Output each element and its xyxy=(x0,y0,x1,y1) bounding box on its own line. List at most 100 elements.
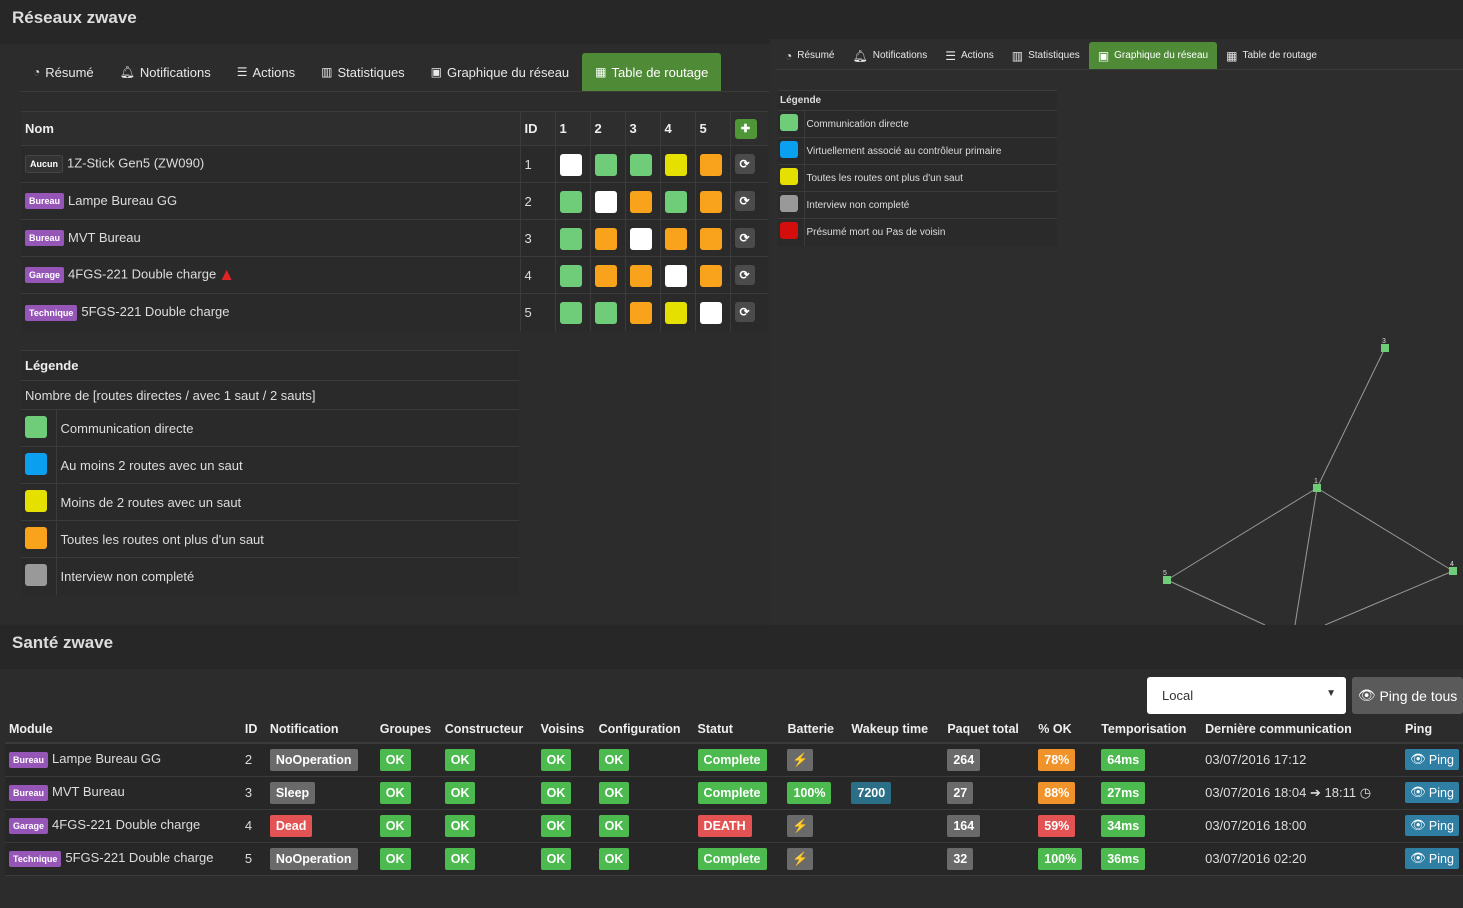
configuration-badge: OK xyxy=(598,814,630,837)
tab-notifications[interactable]: 🔔︎ Notifications xyxy=(844,42,937,69)
ok-badge: 88% xyxy=(1038,781,1076,804)
module-id: 2 xyxy=(240,743,266,777)
last-comm-cell: 03/07/2016 17:12 xyxy=(1201,743,1401,777)
refresh-icon[interactable]: ⟳ xyxy=(734,228,755,248)
voisins-cell: OK xyxy=(536,809,595,843)
configuration-cell: OK xyxy=(594,809,694,843)
route-status-swatch xyxy=(559,264,582,287)
controller-select[interactable]: Local ▼ xyxy=(1147,677,1346,714)
ping-button[interactable]: 👁︎ Ping xyxy=(1405,782,1459,803)
device-id: 1 xyxy=(519,145,555,183)
tab-statistiques[interactable]: ▥ Statistiques xyxy=(1003,42,1089,69)
legend-title: Légende xyxy=(21,350,519,381)
configuration-cell: OK xyxy=(594,776,694,810)
route-status-swatch xyxy=(594,301,617,324)
health-row: Technique 5FGS-221 Double charge 5 NoOper… xyxy=(5,842,1463,876)
route-status-swatch xyxy=(559,301,582,324)
tab-table-routage[interactable]: ▦ Table de routage xyxy=(582,53,722,91)
room-badge: Technique xyxy=(25,304,78,321)
graph-node[interactable] xyxy=(1381,344,1389,352)
device-name-cell: Bureau MVT Bureau xyxy=(21,219,520,257)
tab-statistiques[interactable]: ▥ Statistiques xyxy=(308,53,418,91)
tab-table-routage[interactable]: ▦ Table de routage xyxy=(1217,42,1326,69)
device-name: 4FGS-221 Double charge xyxy=(68,266,217,282)
legend-left-items: Communication directe Au moins 2 routes a… xyxy=(21,409,519,595)
configuration-cell: OK xyxy=(594,842,694,876)
device-name-cell: Technique 5FGS-221 Double charge xyxy=(21,293,520,331)
route-status-swatch xyxy=(629,301,652,324)
ping-all-label: Ping de tous xyxy=(1379,687,1458,704)
graph-node[interactable] xyxy=(1163,576,1171,584)
refresh-cell: ⟳ xyxy=(729,293,768,331)
groupes-cell: OK xyxy=(375,743,441,777)
select-value: Local xyxy=(1162,688,1194,703)
configuration-cell: OK xyxy=(594,743,694,777)
tab-graphique[interactable]: ▣ Graphique du réseau xyxy=(418,53,583,91)
route-status-swatch xyxy=(559,153,582,176)
legend-swatch-cell xyxy=(21,557,57,595)
ping-button[interactable]: 👁︎ Ping xyxy=(1405,815,1459,836)
health-title: Santé zwave xyxy=(12,633,114,652)
arrow-right-icon: ➔ xyxy=(1310,784,1321,800)
legend-swatch-cell xyxy=(778,110,805,138)
ping-all-button[interactable]: 👁︎ Ping de tous xyxy=(1352,677,1463,714)
statut-cell: Complete xyxy=(693,776,784,810)
route-status-swatch xyxy=(664,301,687,324)
route-cell xyxy=(694,182,730,220)
ping-cell: 👁︎ Ping xyxy=(1401,776,1463,810)
legend-header: Légende xyxy=(21,350,519,381)
graph-node[interactable] xyxy=(1449,567,1457,575)
right-tabbar: ◔ Résumé 🔔︎ Notifications ☰ Actions ▥ Statis… xyxy=(776,42,1463,70)
groupes-badge: OK xyxy=(379,781,411,804)
ok-badge: 59% xyxy=(1038,814,1076,837)
legend-item: Communication directe xyxy=(21,409,519,447)
refresh-cell: ⟳ xyxy=(729,145,768,183)
route-cell xyxy=(589,219,625,257)
tab-actions[interactable]: ☰ Actions xyxy=(936,42,1003,69)
tab-label: Statistiques xyxy=(1028,50,1080,61)
route-status-swatch xyxy=(699,153,722,176)
battery-cell: 100% xyxy=(783,776,848,810)
legend-subtitle-row: Nombre de [routes directes / avec 1 saut… xyxy=(21,380,519,410)
statut-badge: Complete xyxy=(697,847,767,870)
ping-button[interactable]: 👁︎ Ping xyxy=(1405,749,1459,771)
tab-resume[interactable]: ◔ Résumé xyxy=(20,53,107,91)
route-status-swatch xyxy=(594,153,617,176)
clock-icon: ◷ xyxy=(1359,784,1372,800)
ok-cell: 78% xyxy=(1034,743,1098,777)
legend-swatch xyxy=(25,526,47,549)
route-cell xyxy=(624,293,660,331)
last-comm-cell: 03/07/2016 18:04 ➔ 18:11 ◷ xyxy=(1201,776,1401,810)
graph-node[interactable] xyxy=(1313,484,1321,492)
graph-node-label: 3 xyxy=(1382,338,1386,345)
refresh-icon[interactable]: ⟳ xyxy=(734,265,755,285)
route-status-swatch xyxy=(594,190,617,213)
last-communication: 03/07/2016 18:00 xyxy=(1205,818,1307,833)
room-badge: Bureau xyxy=(9,752,49,769)
legend-item: Moins de 2 routes avec un saut xyxy=(21,483,519,521)
tab-graphique[interactable]: ▣ Graphique du réseau xyxy=(1088,42,1218,69)
health-row: Bureau MVT Bureau 3 Sleep OK OK OK OK Com… xyxy=(5,776,1463,810)
refresh-icon[interactable]: ⟳ xyxy=(734,302,755,323)
sliders-icon: ☰ xyxy=(945,48,956,63)
add-icon[interactable]: ✚ xyxy=(734,118,757,139)
ok-cell: 88% xyxy=(1034,776,1098,810)
tab-notifications[interactable]: 🔔︎ Notifications xyxy=(107,53,224,91)
legend-item: Interview non completé xyxy=(21,557,519,595)
ping-button[interactable]: 👁︎ Ping xyxy=(1405,848,1459,869)
legend-left: Légende Nombre de [routes directes / ave… xyxy=(21,350,519,595)
health-col-header: Voisins xyxy=(536,715,595,744)
refresh-icon[interactable]: ⟳ xyxy=(734,191,755,211)
refresh-icon[interactable]: ⟳ xyxy=(734,154,755,174)
room-badge: Garage xyxy=(9,817,49,834)
tempo-badge: 34ms xyxy=(1101,814,1146,837)
tab-label: Résumé xyxy=(45,64,94,80)
constructeur-badge: OK xyxy=(444,781,476,804)
tab-resume[interactable]: ◔ Résumé xyxy=(776,42,844,69)
room-badge: Bureau xyxy=(25,193,65,210)
notification-badge: NoOperation xyxy=(269,748,358,771)
tab-actions[interactable]: ☰ Actions xyxy=(224,53,308,91)
tempo-badge: 36ms xyxy=(1101,847,1146,870)
left-tabbar: ◔ Résumé 🔔︎ Notifications ☰ Actions ▥ Statis… xyxy=(20,53,770,92)
paquet-badge: 164 xyxy=(947,814,981,837)
